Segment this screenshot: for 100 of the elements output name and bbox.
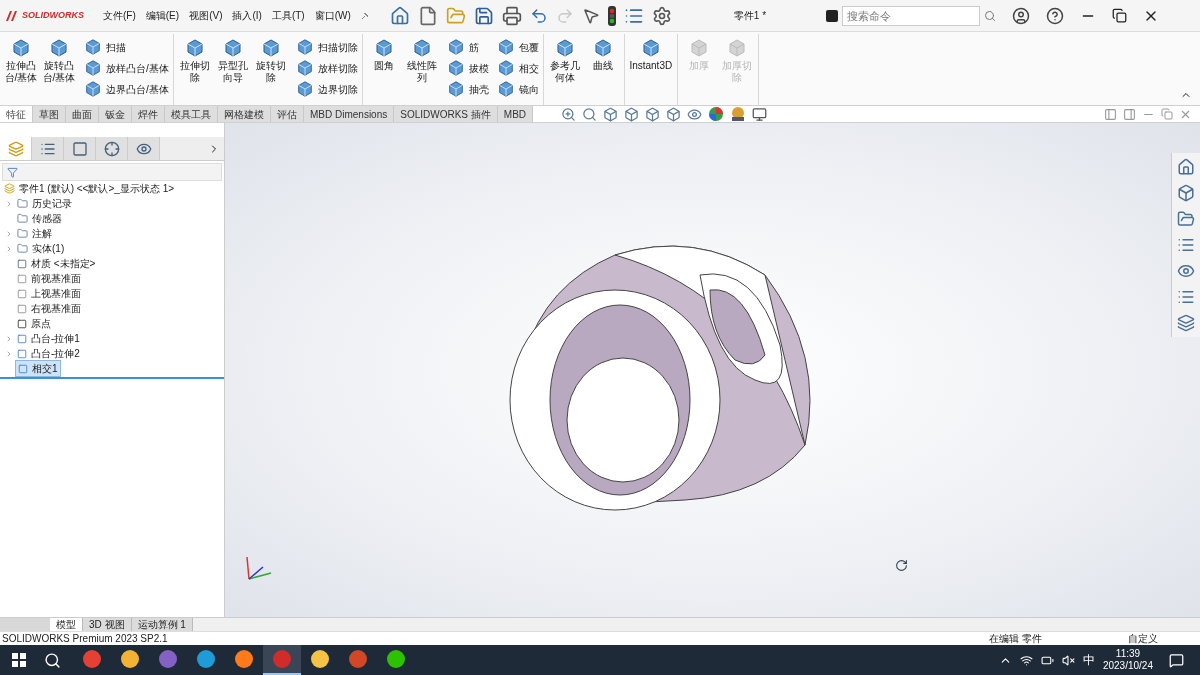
ribbon-tool-button[interactable]: 扫描切除 <box>295 38 358 56</box>
task-pane-icon[interactable] <box>1177 262 1195 280</box>
tile-right-icon[interactable] <box>1123 107 1136 121</box>
restore-icon[interactable] <box>1111 8 1127 23</box>
ribbon-tool-button[interactable]: 包覆 <box>496 38 539 56</box>
panel-tab[interactable] <box>96 137 128 160</box>
command-tab[interactable]: MBD Dimensions <box>304 106 395 122</box>
view-tool-icon[interactable] <box>666 106 682 122</box>
ribbon-tool-button[interactable]: 曲线 <box>585 34 620 105</box>
help-icon[interactable] <box>1045 6 1064 25</box>
taskbar-app[interactable] <box>263 645 301 675</box>
ribbon-tool-button[interactable]: 拉伸切除 <box>177 34 212 105</box>
filter-icon[interactable] <box>7 166 18 178</box>
tree-item[interactable]: 传感器 <box>15 211 64 226</box>
ribbon-tool-button[interactable]: 放样凸台/基体 <box>84 59 169 77</box>
search-icon[interactable] <box>44 651 61 669</box>
scene-sphere-icon[interactable] <box>730 106 747 122</box>
tree-item[interactable]: 材质 <未指定> <box>15 256 98 271</box>
ribbon-tool-button[interactable]: 相交 <box>496 59 539 77</box>
model-tab[interactable]: 运动算例 1 <box>131 618 193 631</box>
home-icon[interactable] <box>389 5 410 26</box>
ribbon-tool-button[interactable]: 圆角 <box>366 34 401 105</box>
ribbon-tool-button[interactable]: 旋转切除 <box>253 34 288 105</box>
command-tab[interactable]: 草图 <box>33 106 66 122</box>
command-tab[interactable]: 网格建模 <box>218 106 271 122</box>
appearance-sphere-icon[interactable] <box>708 106 725 122</box>
tree-item[interactable]: 历史记录 <box>15 196 74 211</box>
task-pane-icon[interactable] <box>1177 158 1195 176</box>
save-icon[interactable] <box>473 5 494 26</box>
ribbon-tool-button[interactable]: 筋 <box>446 38 489 56</box>
panel-tab[interactable] <box>64 137 96 160</box>
ribbon-tool-button[interactable]: 边界凸台/基体 <box>84 80 169 98</box>
tree-root-label[interactable]: 零件1 (默认) <<默认>_显示状态 1> <box>19 181 175 196</box>
taskbar-clock[interactable]: 11:39 2023/10/24 <box>1102 648 1153 672</box>
ribbon-tool-button[interactable]: 异型孔向导 <box>215 34 250 105</box>
tree-item[interactable]: 前视基准面 <box>15 271 83 286</box>
ribbon-tool-button[interactable]: 旋转凸台/基体 <box>42 34 76 105</box>
tree-item[interactable]: 原点 <box>15 316 53 331</box>
command-tab[interactable]: 特征 <box>0 106 33 122</box>
ribbon-tool-button[interactable]: 镜向 <box>496 80 539 98</box>
panel-tab[interactable] <box>128 137 160 160</box>
command-tab[interactable]: 钣金 <box>99 106 132 122</box>
menu-item[interactable]: 窗口(W) <box>309 8 356 23</box>
ribbon-tool-button[interactable]: 抽壳 <box>446 80 489 98</box>
tree-item[interactable]: 注解 <box>15 226 54 241</box>
view-tool-icon[interactable] <box>603 106 619 122</box>
command-tab[interactable]: SOLIDWORKS 插件 <box>394 106 498 122</box>
speaker-muted-icon[interactable] <box>1061 653 1075 667</box>
panel-tab[interactable] <box>32 137 64 160</box>
tree-item[interactable]: 右视基准面 <box>15 301 83 316</box>
view-tool-icon[interactable] <box>561 106 577 122</box>
ribbon-tool-button[interactable]: 拔模 <box>446 59 489 77</box>
ribbon-tool-button[interactable]: 边界切除 <box>295 80 358 98</box>
settings-icon[interactable] <box>651 5 672 26</box>
view-tool-icon[interactable] <box>687 106 703 122</box>
user-account-icon[interactable] <box>1011 6 1030 25</box>
undo-icon[interactable] <box>529 6 548 25</box>
menu-item[interactable]: 插入(I) <box>227 8 267 23</box>
tree-item[interactable]: 上视基准面 <box>15 286 83 301</box>
task-pane-icon[interactable] <box>1177 314 1195 332</box>
display-monitor-icon[interactable] <box>752 106 768 122</box>
view-tool-icon[interactable] <box>624 106 640 122</box>
tree-item[interactable]: 凸台-拉伸1 <box>15 331 82 346</box>
command-tab[interactable]: 评估 <box>271 106 304 122</box>
ribbon-tool-button[interactable]: Instant3D <box>628 34 673 105</box>
menu-item[interactable]: 视图(V) <box>184 8 228 23</box>
windows-start-icon[interactable] <box>12 653 26 667</box>
print-icon[interactable] <box>501 5 522 26</box>
panel-tab[interactable] <box>0 137 32 160</box>
view-tool-icon[interactable] <box>582 106 598 122</box>
tree-item[interactable]: 实体(1) <box>15 241 67 256</box>
task-pane-icon[interactable] <box>1177 210 1195 228</box>
input-method-indicator[interactable]: 中 <box>1082 651 1095 669</box>
traffic-light-icon[interactable] <box>607 5 616 26</box>
menu-item[interactable]: 文件(F) <box>98 8 141 23</box>
model-tab[interactable]: 3D 视图 <box>83 618 132 631</box>
command-tab[interactable]: MBD <box>497 106 534 122</box>
task-pane-icon[interactable] <box>1177 236 1195 254</box>
ribbon-tool-button[interactable]: 拉伸凸台/基体 <box>4 34 38 105</box>
menu-item[interactable]: 工具(T) <box>266 8 310 23</box>
task-pane-icon[interactable] <box>1177 184 1195 202</box>
command-tab[interactable]: 曲面 <box>66 106 99 122</box>
tree-item[interactable]: 凸台-拉伸2 <box>15 346 82 361</box>
model-tab[interactable]: 模型 <box>50 618 83 631</box>
tree-item[interactable]: 相交1 <box>15 360 61 377</box>
units-text[interactable]: 自定义 <box>1128 631 1158 646</box>
command-tab[interactable]: 焊件 <box>132 106 165 122</box>
command-tab[interactable]: 模具工具 <box>165 106 218 122</box>
notification-icon[interactable] <box>1169 652 1184 668</box>
tile-left-icon[interactable] <box>1104 107 1117 121</box>
ribbon-tool-button[interactable]: 放样切除 <box>295 59 358 77</box>
wifi-icon[interactable] <box>1019 653 1033 667</box>
ribbon-tool-button[interactable]: 扫描 <box>84 38 169 56</box>
select-pointer-icon[interactable] <box>581 6 600 25</box>
search-field[interactable]: 搜索命令 <box>841 5 980 26</box>
menu-item[interactable]: 编辑(E) <box>140 8 185 23</box>
ribbon-tool-button[interactable]: 线性阵列 <box>404 34 439 105</box>
ribbon-tool-button[interactable]: 参考几何体 <box>547 34 582 105</box>
task-pane-icon[interactable] <box>1177 288 1195 306</box>
view-tool-icon[interactable] <box>645 106 661 122</box>
